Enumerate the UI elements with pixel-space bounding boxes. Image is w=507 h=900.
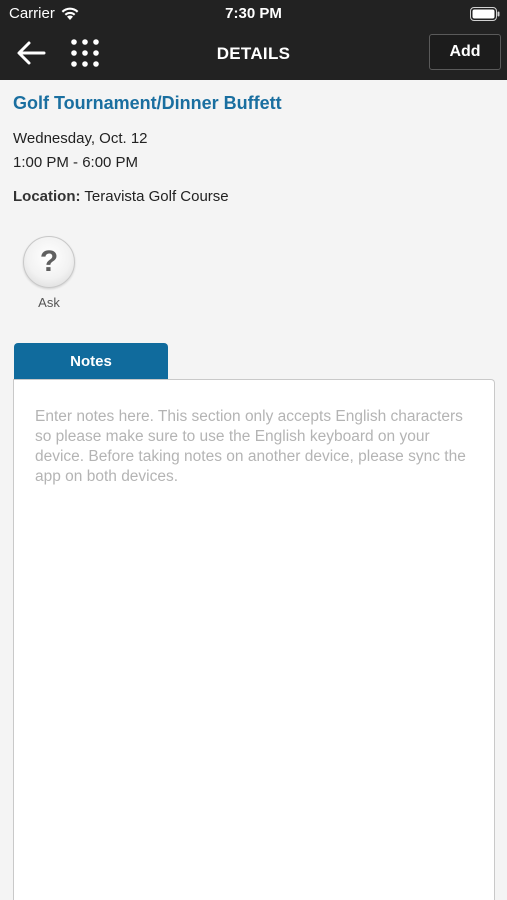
nav-bar: DETAILS Add: [0, 28, 507, 80]
ask-button[interactable]: ? Ask: [20, 234, 78, 314]
location-label: Location:: [13, 188, 81, 205]
notes-input[interactable]: [14, 380, 494, 900]
event-date: Wednesday, Oct. 12: [13, 130, 148, 147]
event-location: Location: Teravista Golf Course: [13, 188, 229, 205]
event-time: 1:00 PM - 6:00 PM: [13, 154, 139, 171]
ask-label: Ask: [38, 295, 60, 310]
battery-icon: [470, 7, 500, 21]
location-value: Teravista Golf Course: [84, 188, 229, 205]
status-time: 7:30 PM: [225, 5, 282, 22]
notes-panel: [13, 379, 495, 900]
tab-notes[interactable]: Notes: [14, 343, 168, 379]
status-bar: Carrier 7:30 PM: [0, 0, 507, 28]
add-button[interactable]: Add: [429, 34, 501, 70]
question-icon: ?: [23, 236, 75, 288]
event-title: Golf Tournament/Dinner Buffett: [13, 93, 282, 113]
